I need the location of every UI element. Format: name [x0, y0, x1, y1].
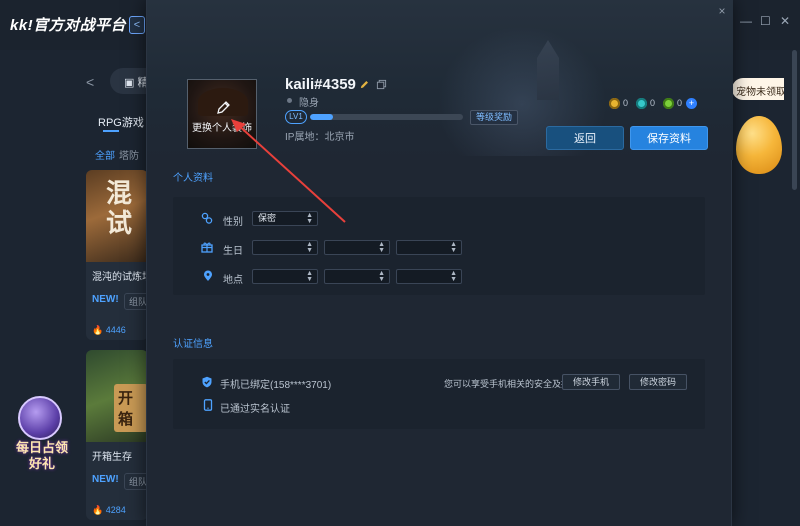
currency-green-value: 0 — [677, 98, 683, 108]
game-card-title: 混沌的试炼场 — [92, 272, 148, 283]
birthday-label: 生日 — [223, 246, 243, 257]
game-card-title: 开箱生存 — [92, 452, 132, 463]
game-card-tag: 组队 — [124, 293, 148, 310]
status-text[interactable]: 隐身 — [299, 94, 319, 109]
maximize-icon[interactable]: ☐ — [760, 14, 771, 28]
location-province-select[interactable]: ▲ ▼ — [252, 269, 318, 284]
game-card[interactable]: 开箱 开箱生存 NEW! 组队 🔥 4284 — [86, 350, 148, 520]
location-pin-icon — [204, 270, 212, 281]
xp-progress-fill — [310, 114, 333, 120]
app-back-button[interactable]: < — [129, 16, 145, 34]
pet-promo-label[interactable]: 宠物未领取 — [732, 78, 784, 100]
profile-modal: × 更换个人装饰 kaili#4359 隐身 LV1 等级奖励 IP属地：北京市… — [146, 0, 733, 526]
personal-info-title: 个人资料 — [173, 173, 213, 184]
close-window-icon[interactable]: ✕ — [780, 14, 790, 28]
nav-back-icon[interactable]: < — [86, 74, 94, 90]
game-card[interactable]: 混试 混沌的试炼场 NEW! 组队 🔥 4446 — [86, 170, 148, 340]
avatar-edit-label: 更换个人装饰 — [192, 123, 252, 134]
chevron-updown-icon: ▲ ▼ — [450, 270, 457, 283]
location-label: 地点 — [223, 275, 243, 286]
currency-gold-value: 0 — [623, 98, 629, 108]
status-dot — [287, 98, 292, 103]
chevron-updown-icon: ▲ ▼ — [306, 241, 313, 254]
tab-underline — [103, 130, 119, 132]
username: kaili#4359 — [285, 76, 356, 93]
gold-coin-icon — [609, 97, 620, 109]
avatar[interactable]: 更换个人装饰 — [187, 79, 257, 149]
app-logo: kk!官方对战平台 — [10, 17, 127, 34]
chevron-updown-icon: ▲ ▼ — [306, 270, 313, 283]
egg-icon[interactable] — [736, 116, 782, 174]
personal-info-panel: 性别 保密 ▲ ▼ 生日 ▲ ▼ ▲ ▼ ▲ ▼ 地点 ▲ ▼ ▲ ▼ ▲ ▼ — [173, 197, 705, 295]
xp-progress-bar — [310, 114, 463, 120]
game-card-count: 🔥 4284 — [92, 505, 126, 515]
gender-icon — [201, 212, 213, 224]
shield-check-icon — [202, 376, 212, 388]
chevron-updown-icon: ▲ ▼ — [306, 212, 313, 225]
level-badge: LV1 — [285, 110, 307, 124]
game-card-count: 🔥 4446 — [92, 325, 126, 335]
gem-icon — [636, 97, 648, 109]
birthday-year-select[interactable]: ▲ ▼ — [252, 240, 318, 255]
currency-gem: 0 — [636, 97, 656, 109]
ip-location: IP属地：北京市 — [285, 132, 355, 143]
copy-icon[interactable] — [376, 79, 387, 90]
gender-label: 性别 — [223, 217, 243, 228]
daily-promo-text: 每日占领好礼 — [15, 440, 68, 471]
verification-title: 认证信息 — [173, 339, 213, 350]
birthday-day-select[interactable]: ▲ ▼ — [396, 240, 462, 255]
game-card-image: 混试 — [86, 170, 148, 262]
game-card-image: 开箱 — [86, 350, 148, 442]
gender-select[interactable]: 保密 ▲ ▼ — [252, 211, 318, 226]
game-card-tag: 组队 — [124, 473, 148, 490]
game-card-new-badge: NEW! — [92, 474, 119, 485]
level-reward-button[interactable]: 等级奖励 — [470, 110, 518, 125]
location-city-select[interactable]: ▲ ▼ — [324, 269, 390, 284]
phone-bound-text: 手机已绑定(158****3701) — [220, 380, 332, 391]
change-password-button[interactable]: 修改密码 — [629, 374, 687, 390]
scrollbar[interactable] — [792, 50, 797, 190]
close-icon[interactable]: × — [715, 4, 729, 18]
chevron-updown-icon: ▲ ▼ — [378, 270, 385, 283]
phone-icon — [203, 399, 213, 411]
game-card-image-text: 开箱 — [114, 384, 148, 432]
promo-orb-icon — [18, 396, 62, 440]
pencil-icon — [217, 101, 230, 114]
currency-row: 0 0 0 + — [609, 96, 698, 110]
currency-green: 0 — [663, 97, 683, 109]
minimize-icon[interactable]: — — [740, 14, 752, 28]
birthday-month-select[interactable]: ▲ ▼ — [324, 240, 390, 255]
currency-gold: 0 — [609, 97, 629, 109]
save-button[interactable]: 保存资料 — [630, 126, 708, 150]
gender-select-value: 保密 — [258, 213, 277, 223]
tab-rpg[interactable]: RPG游戏 — [98, 114, 144, 130]
gift-icon — [201, 242, 213, 253]
edit-name-icon[interactable] — [359, 79, 370, 90]
verification-panel: 手机已绑定(158****3701) 已通过实名认证 您可以享受手机相关的安全及… — [173, 359, 705, 429]
game-card-new-badge: NEW! — [92, 294, 119, 305]
filter-all[interactable]: 全部 — [95, 147, 115, 162]
realname-text: 已通过实名认证 — [220, 404, 290, 415]
back-button[interactable]: 返回 — [546, 126, 624, 150]
chevron-updown-icon: ▲ ▼ — [450, 241, 457, 254]
add-currency-icon[interactable]: + — [686, 97, 698, 109]
currency-gem-value: 0 — [650, 98, 656, 108]
change-phone-button[interactable]: 修改手机 — [562, 374, 620, 390]
green-coin-icon — [663, 97, 675, 109]
chevron-updown-icon: ▲ ▼ — [378, 241, 385, 254]
filter-tower-defense[interactable]: 塔防 — [119, 147, 139, 162]
location-district-select[interactable]: ▲ ▼ — [396, 269, 462, 284]
daily-promo[interactable]: 每日占领好礼 — [6, 396, 74, 476]
